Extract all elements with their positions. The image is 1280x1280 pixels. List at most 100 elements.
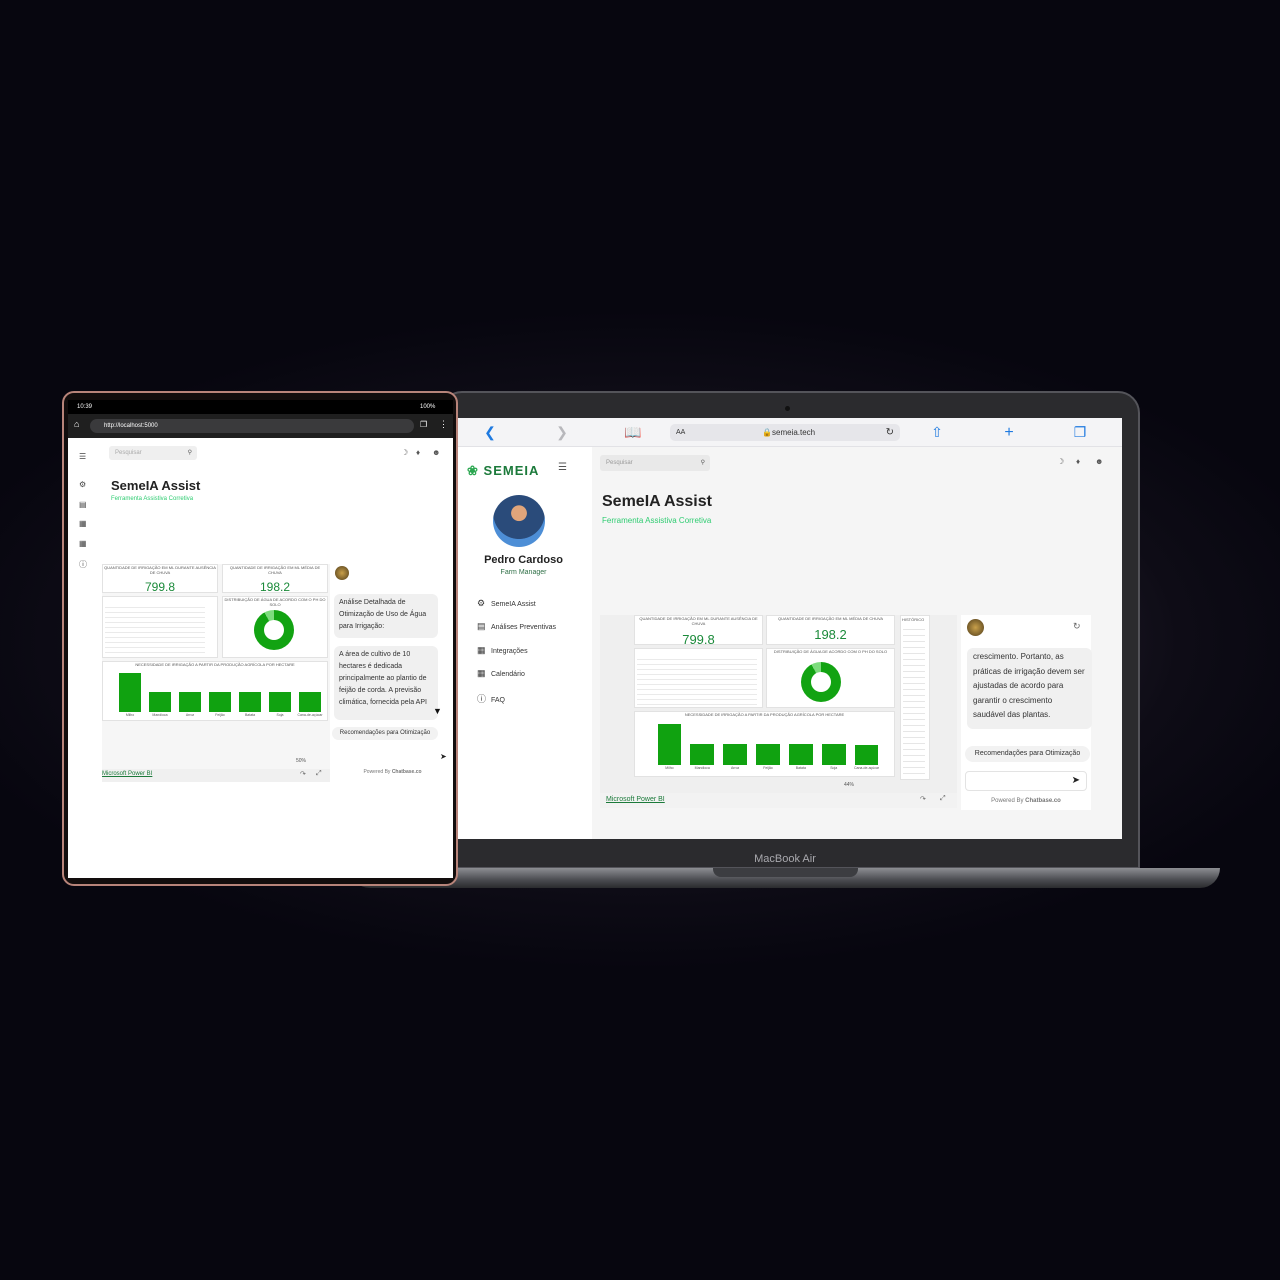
robot-icon[interactable]: ⚙ [79,480,86,489]
text-size-button[interactable]: AA [676,424,685,441]
chevron-right-icon[interactable]: ❯ [552,418,572,447]
search-placeholder: Pesquisar [606,460,633,466]
search-input[interactable]: Pesquisar ⚲ [109,446,197,460]
logo[interactable]: ❀ SEMEIA [467,463,539,479]
sidebar-item-label: Calendário [491,671,525,678]
bar-category-label: Soja [276,713,284,717]
search-input[interactable]: Pesquisar ⚲ [600,455,710,471]
powerbi-link[interactable]: Microsoft Power BI [606,796,665,803]
powerbi-report: QUANTIDADE DE IRRIGAÇÃO EM ML DURANTE AU… [102,564,330,782]
bar-chart: Milho Mandioca Arroz Feijão Batata Soja Cana-d… [653,720,883,772]
bar-milho[interactable] [119,672,141,712]
chevron-left-icon[interactable]: ❮ [480,418,500,447]
bot-avatar [967,619,984,636]
home-icon[interactable]: ⌂ [74,419,79,429]
bar-feij-o[interactable] [756,743,780,765]
more-icon[interactable]: ⋮ [439,419,448,430]
bar-mandioca[interactable] [149,691,171,712]
search-icon: ⚲ [187,450,192,456]
history-title: HISTÓRICO [902,617,925,622]
powered-brand[interactable]: Chatbase.co [392,769,422,775]
bot-avatar [335,566,349,580]
bar-soja[interactable] [269,691,291,712]
zoom-level: 44% [844,782,855,788]
bar-batata[interactable] [239,691,261,712]
powered-brand[interactable]: Chatbase.co [1025,798,1061,804]
moon-icon[interactable]: ☽ [401,448,408,457]
help-icon[interactable]: ⓘ [79,559,87,570]
kpi-title: QUANTIDADE DE IRRIGAÇÃO EM ML DURANTE AU… [104,565,216,575]
expand-icon[interactable]: ⤢ [316,770,322,778]
tabs-icon[interactable]: ❐ [1070,418,1090,447]
share-icon[interactable]: ↷ [920,795,926,803]
menu-icon[interactable]: ☰ [558,462,567,473]
tablet-url-text: http://localhost:5000 [104,423,158,429]
search-placeholder: Pesquisar [115,450,142,456]
avatar[interactable] [493,495,545,547]
bell-icon[interactable]: ♦ [416,448,420,457]
refresh-icon[interactable]: ↻ [1073,621,1081,632]
share-icon[interactable]: ↷ [300,770,306,778]
battery-level: 100% [420,404,436,410]
tablet-address-field[interactable]: http://localhost:5000 [90,419,414,433]
powerbi-link[interactable]: Microsoft Power BI [102,771,152,777]
user-icon[interactable]: ☻ [432,448,440,457]
bar-category-label: Soja [830,766,838,770]
sidebar-item-semeia-assist[interactable]: ⚙ SemeIA Assist [477,598,536,609]
bar-category-label: Feijão [763,766,773,770]
chat-input[interactable]: ➤ [965,771,1087,791]
powered-prefix: Powered By [363,769,392,775]
tabs-icon[interactable]: ❐ [420,420,427,429]
expand-icon[interactable]: ⤢ [940,795,946,803]
chat-message: Análise Detalhada de Otimização de Uso d… [334,594,438,638]
page-subtitle: Ferramenta Assistiva Corretiva [111,496,194,502]
page-title: SemeIA Assist [111,478,201,493]
send-icon[interactable]: ➤ [440,752,447,761]
history-list[interactable] [903,624,925,779]
donut-chart[interactable] [254,610,294,650]
moon-icon[interactable]: ☽ [1057,457,1064,466]
bar-batata[interactable] [789,743,813,765]
share-icon[interactable]: ⇧ [927,418,947,447]
help-icon: ⓘ [477,694,487,704]
suggestion-button[interactable]: Recomendações para Otimização [965,746,1090,762]
menu-icon[interactable]: ☰ [79,452,86,461]
bar-cana-de-a-car[interactable] [854,744,879,765]
sidebar: ❀ SEMEIA ☰ Pedro Cardoso Farm Manager ⚙ S… [455,447,592,839]
sidebar-item-label: FAQ [491,697,506,704]
reload-icon[interactable]: ↻ [886,424,894,441]
send-icon[interactable]: ➤ [1072,775,1080,786]
sidebar-item-faq[interactable]: ⓘ FAQ [477,692,505,705]
tablet-screen: 10:39 100% ⌂ http://localhost:5000 ❐ ⋮ ☰… [68,400,453,878]
chat-widget: Análise Detalhada de Otimização de Uso d… [332,564,453,782]
plus-icon[interactable]: + [999,418,1019,447]
bar-soja[interactable] [821,743,846,765]
bar-arroz[interactable] [179,691,201,712]
history-panel: HISTÓRICO [900,615,930,780]
bar-cana-de-a-car[interactable] [299,692,321,712]
donut-chart[interactable] [801,662,841,702]
calendar-icon[interactable]: ▦ [79,539,87,548]
bar-arroz[interactable] [723,743,747,765]
integration-icon[interactable]: ▦ [79,519,87,528]
bar-category-label: Milho [125,713,135,717]
suggestion-button[interactable]: Recomendações para Otimização [332,727,438,740]
kpi-value: 799.8 [144,580,176,594]
sidebar-item-calendario[interactable]: ▦ Calendário [477,668,525,679]
chat-widget: ↻ crescimento. Portanto, as práticas de … [961,615,1092,810]
kpi-card-media: QUANTIDADE DE IRRIGAÇÃO EM ML MÉDIA DE C… [766,615,895,645]
user-icon[interactable]: ☻ [1095,457,1103,466]
bar-mandioca[interactable] [690,743,715,765]
sidebar-item-analises[interactable]: ▤ Análises Preventivas [477,621,556,632]
sidebar-item-integracoes[interactable]: ▦ Integrações [477,645,528,656]
kpi-card-media: QUANTIDADE DE IRRIGAÇÃO EM ML MÉDIA DE C… [222,564,328,594]
chart-icon[interactable]: ▤ [79,500,87,509]
book-icon[interactable]: 📖 [623,418,643,447]
main-content: Pesquisar ⚲ ☽ ♦ ☻ SemeIA Assist Ferramen… [592,447,1122,839]
bell-icon[interactable]: ♦ [1076,457,1080,466]
scroll-down-icon[interactable]: ▼ [433,706,442,716]
bar-feij-o[interactable] [209,691,231,712]
tablet-main: Pesquisar ⚲ ☽ ♦ ☻ SemeIA Assist Ferramen… [98,438,453,878]
bar-milho[interactable] [657,724,682,765]
address-bar[interactable]: AA 🔒 semeia.tech ↻ [670,424,900,441]
